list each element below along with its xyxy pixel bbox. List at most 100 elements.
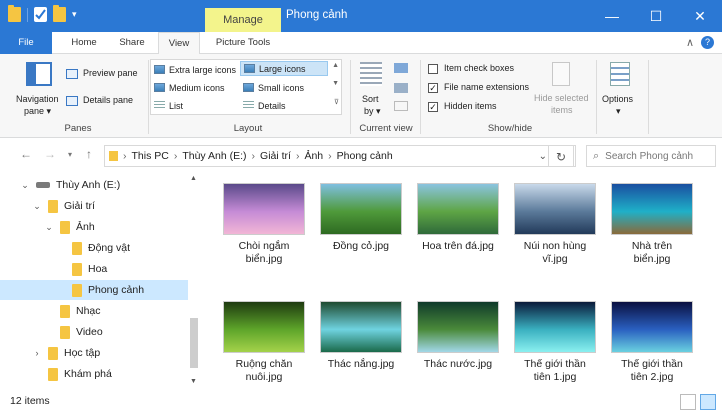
nav-scrollbar[interactable]: ▲ ▼ — [188, 173, 200, 390]
tree-item[interactable]: Hoa — [0, 259, 188, 279]
tree-item[interactable]: Video — [0, 322, 188, 342]
item-check-boxes-checkbox[interactable] — [428, 64, 438, 74]
file-name: Nhà trên biển.jpg — [603, 240, 701, 266]
breadcrumb-giai-tri[interactable]: Giải trí — [260, 150, 291, 162]
breadcrumb-phong-canh[interactable]: Phong cảnh — [337, 150, 393, 162]
navigation-pane-button[interactable]: Navigation pane ▾ — [14, 62, 62, 120]
maximize-icon[interactable]: ☐ — [634, 0, 678, 32]
address-bar[interactable]: › This PC › Thùy Anh (E:) › Giải trí › Ả… — [104, 145, 576, 167]
scrollbar-thumb[interactable] — [190, 318, 198, 368]
file-item[interactable]: Thế giới thần tiên 1.jpg — [506, 301, 604, 384]
tab-share[interactable]: Share — [110, 32, 154, 54]
file-item[interactable]: Núi non hùng vĩ.jpg — [506, 183, 604, 266]
gallery-more-icon[interactable]: ⊽ — [334, 98, 339, 106]
details-view-toggle-icon[interactable] — [680, 394, 696, 410]
breadcrumb-separator: › — [173, 150, 178, 162]
up-arrow-icon[interactable]: ↑ — [86, 147, 92, 161]
file-item[interactable]: Thác nắng.jpg — [312, 301, 410, 371]
file-item[interactable]: Đồng cỏ.jpg — [312, 183, 410, 253]
group-by-icon[interactable] — [394, 63, 408, 73]
hide-selected-items-button[interactable]: Hide selected items — [532, 62, 592, 120]
preview-pane-label: Preview pane — [83, 68, 138, 78]
manage-context-tab[interactable]: Manage — [205, 8, 281, 32]
refresh-icon[interactable]: ↻ — [548, 145, 574, 167]
gallery-scroll-up-icon[interactable]: ▲ — [332, 62, 339, 69]
breadcrumb-drive[interactable]: Thùy Anh (E:) — [182, 150, 246, 162]
search-input[interactable]: ⌕ Search Phong cảnh — [586, 145, 716, 167]
list-option[interactable]: List — [151, 98, 239, 113]
file-item[interactable]: Chòi ngắm biển.jpg — [215, 183, 313, 266]
scroll-up-icon[interactable]: ▲ — [190, 175, 197, 182]
file-item[interactable]: Nhà trên biển.jpg — [603, 183, 701, 266]
breadcrumb-separator: › — [251, 150, 256, 162]
add-columns-icon[interactable] — [394, 83, 408, 93]
address-row: ← → ▾ ↑ › This PC › Thùy Anh (E:) › Giải… — [0, 139, 722, 173]
details-view-icon — [243, 101, 254, 110]
large-icons-view-toggle-icon[interactable] — [700, 394, 716, 410]
recent-locations-icon[interactable]: ▾ — [68, 150, 72, 159]
file-name-line: Chòi ngắm — [238, 240, 290, 252]
title-bar: ▾ Manage Phong cảnh — ☐ ✕ — [0, 0, 722, 32]
hidden-items-checkbox[interactable]: ✓ — [428, 102, 438, 112]
current-view-group-label: Current view — [359, 123, 413, 134]
help-icon[interactable]: ? — [701, 36, 714, 49]
collapse-chevron-icon[interactable]: › — [32, 348, 42, 358]
back-arrow-icon[interactable]: ← — [20, 147, 32, 161]
extra-large-icons-label: Extra large icons — [169, 64, 237, 75]
file-item[interactable]: Ruộng chăn nuôi.jpg — [215, 301, 313, 384]
details-option[interactable]: Details — [240, 98, 328, 113]
forward-arrow-icon[interactable]: → — [44, 147, 56, 161]
navigation-pane-icon — [26, 62, 52, 86]
scroll-down-icon[interactable]: ▼ — [190, 378, 197, 385]
address-dropdown-icon[interactable]: ⌄ — [539, 151, 547, 162]
layout-group-label: Layout — [233, 123, 263, 134]
details-pane-button[interactable]: Details pane — [66, 94, 146, 108]
tree-item[interactable]: ⌄ Thùy Anh (E:) — [0, 175, 188, 195]
new-folder-icon[interactable] — [53, 5, 66, 22]
tab-file[interactable]: File — [0, 32, 52, 54]
breadcrumb-anh[interactable]: Ảnh — [304, 150, 323, 162]
folder-icon — [60, 325, 70, 339]
ribbon-view: Navigation pane ▾ Preview pane Details p… — [0, 54, 722, 138]
small-icons-option[interactable]: Small icons — [240, 80, 328, 95]
preview-pane-button[interactable]: Preview pane — [66, 67, 146, 81]
minimize-icon[interactable]: — — [590, 0, 634, 32]
customize-toolbar-icon[interactable]: ▾ — [72, 9, 77, 20]
options-button[interactable]: Options ▾ — [602, 62, 642, 120]
file-name-line: biển.jpg — [245, 253, 283, 265]
tree-item[interactable]: Động vật — [0, 238, 188, 258]
expand-chevron-icon[interactable]: ⌄ — [44, 222, 54, 233]
image-thumbnail — [223, 183, 305, 235]
properties-check-icon[interactable] — [34, 7, 47, 22]
tree-item[interactable]: Nhạc — [0, 301, 188, 321]
folder-icon[interactable] — [8, 5, 21, 22]
tab-picture-tools[interactable]: Picture Tools — [205, 32, 281, 54]
file-item[interactable]: Thác nước.jpg — [409, 301, 507, 371]
quick-access-toolbar: ▾ — [8, 5, 77, 22]
extra-large-icons-option[interactable]: Extra large icons — [151, 62, 239, 77]
size-columns-icon[interactable] — [394, 101, 408, 111]
file-name-extensions-checkbox[interactable]: ✓ — [428, 83, 438, 93]
expand-chevron-icon[interactable]: ⌄ — [20, 180, 30, 191]
tree-item[interactable]: Phong cảnh — [0, 280, 188, 300]
expand-chevron-icon[interactable]: ⌄ — [32, 201, 42, 212]
tree-item[interactable]: ⌄ Ảnh — [0, 217, 188, 237]
medium-icons-label: Medium icons — [169, 82, 225, 93]
tree-item[interactable]: › Học tập — [0, 343, 188, 363]
collapse-ribbon-icon[interactable]: ∧ — [686, 36, 694, 49]
medium-icons-option[interactable]: Medium icons — [151, 80, 239, 95]
medium-icons-icon — [154, 83, 165, 92]
breadcrumb-this-pc[interactable]: This PC — [132, 150, 169, 162]
tab-view[interactable]: View — [158, 32, 200, 55]
large-icons-option[interactable]: Large icons — [240, 61, 328, 76]
file-item[interactable]: Thế giới thần tiên 2.jpg — [603, 301, 701, 384]
sort-by-button[interactable]: Sort by ▾ — [356, 62, 386, 120]
file-item[interactable]: Hoa trên đá.jpg — [409, 183, 507, 253]
hide-selected-label-2: items — [551, 105, 573, 115]
file-name-line: Thác nắng.jpg — [327, 358, 395, 370]
close-icon[interactable]: ✕ — [678, 0, 722, 32]
tree-item[interactable]: ⌄ Giải trí — [0, 196, 188, 216]
tree-item[interactable]: Khám phá — [0, 364, 188, 384]
tab-home[interactable]: Home — [60, 32, 108, 54]
gallery-scroll-down-icon[interactable]: ▼ — [332, 80, 339, 87]
